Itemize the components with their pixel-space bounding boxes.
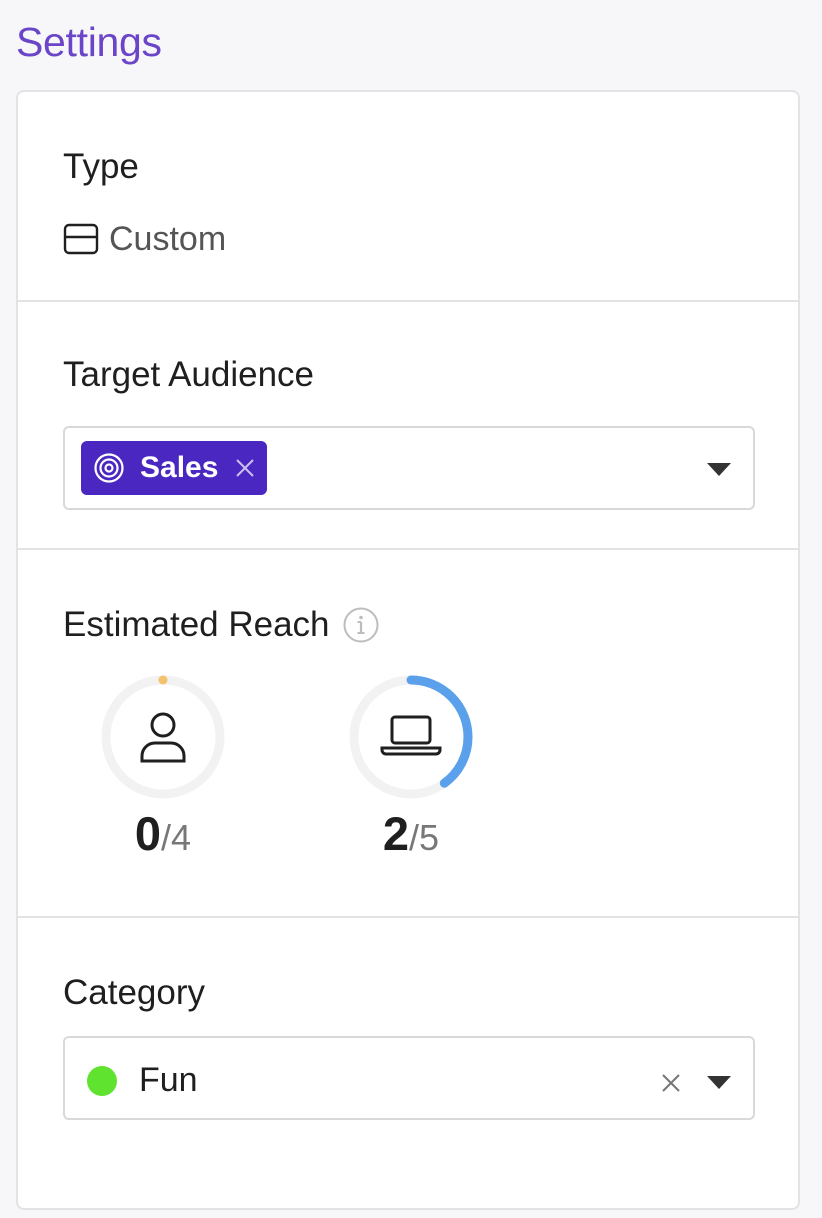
chevron-down-icon[interactable]	[707, 463, 731, 477]
reach-meter-devices: 2/5	[346, 672, 476, 874]
reach-header: Estimated Reach	[63, 604, 380, 646]
clear-icon[interactable]	[661, 1073, 681, 1093]
audience-select[interactable]: Sales	[63, 426, 755, 510]
card-icon	[63, 223, 99, 255]
audience-tag-sales: Sales	[81, 441, 267, 495]
category-color-dot	[87, 1066, 117, 1096]
category-value: Fun	[139, 1061, 198, 1099]
category-label: Category	[63, 973, 206, 1012]
users-value: 0	[134, 807, 162, 860]
chevron-down-icon[interactable]	[707, 1076, 731, 1090]
devices-count: 2/5	[346, 806, 476, 874]
devices-value: 2	[382, 807, 410, 860]
audience-tag-label: Sales	[140, 451, 219, 484]
users-count: 0/4	[98, 806, 228, 874]
category-select[interactable]: Fun	[63, 1036, 755, 1120]
audience-label: Target Audience	[63, 355, 315, 394]
devices-progress-ring	[349, 675, 473, 799]
type-label: Type	[63, 147, 139, 186]
target-icon	[94, 453, 124, 483]
close-icon[interactable]	[234, 457, 256, 479]
reach-label: Estimated Reach	[63, 605, 330, 644]
users-progress-ring	[101, 675, 225, 799]
settings-panel: Type Custom Target Audience Sales Estima…	[16, 90, 800, 1210]
users-total: /4	[161, 817, 192, 858]
type-section: Type Custom	[18, 92, 798, 302]
info-icon[interactable]	[342, 606, 380, 644]
user-icon	[140, 712, 186, 763]
reach-section: Estimated Reach 0/4 2/5	[18, 550, 798, 918]
type-value: Custom	[63, 218, 226, 260]
type-value-text: Custom	[109, 219, 227, 258]
reach-meter-users: 0/4	[98, 672, 228, 874]
laptop-icon	[380, 715, 442, 756]
page-title: Settings	[16, 19, 162, 65]
audience-section: Target Audience Sales	[18, 300, 798, 550]
category-section: Category Fun	[18, 918, 798, 1218]
devices-total: /5	[409, 817, 440, 858]
